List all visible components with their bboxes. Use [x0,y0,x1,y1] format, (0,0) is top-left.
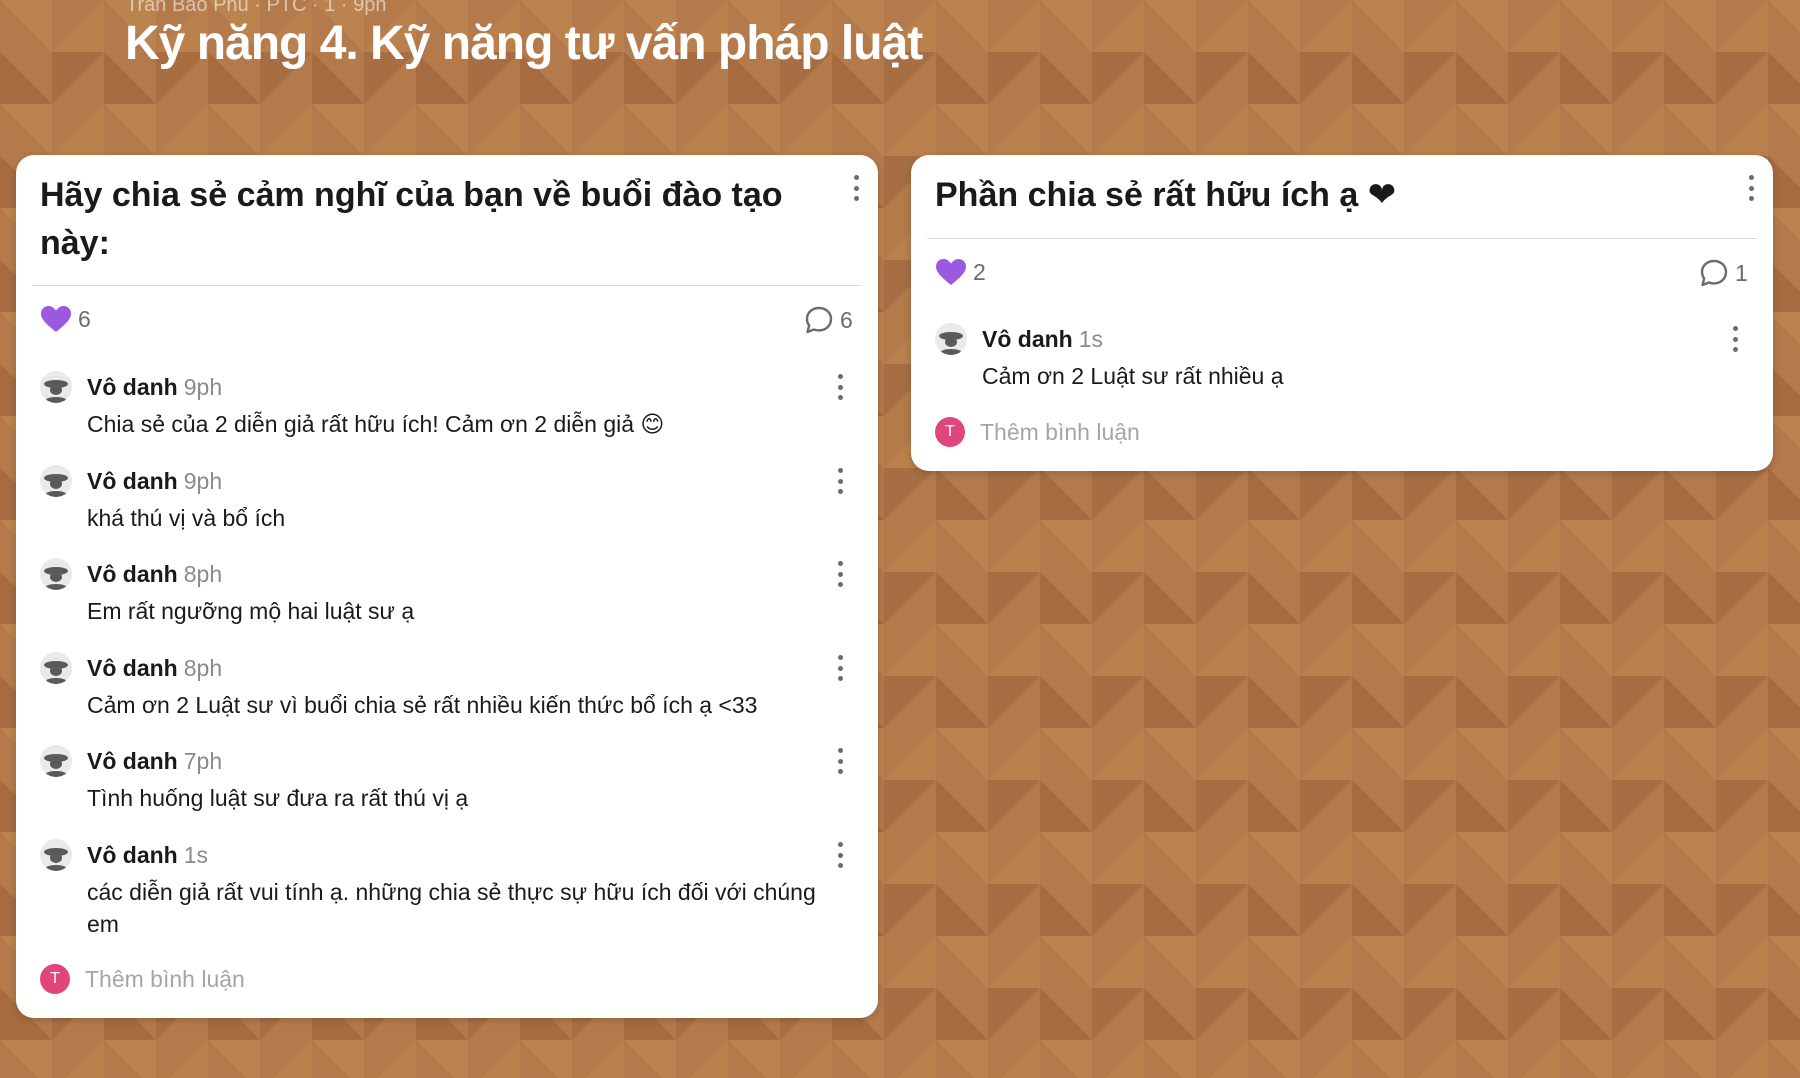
comment-text: các diễn giả rất vui tính ạ. những chia … [87,879,816,937]
like-button[interactable]: 2 [935,258,986,286]
like-count: 2 [973,258,986,285]
anonymous-avatar [40,745,72,777]
comment-text: Cảm ơn 2 Luật sư vì buổi chia sẻ rất nhi… [87,692,758,718]
anonymous-avatar-icon [44,848,68,871]
comment-text: Em rất ngưỡng mộ hai luật sư ạ [87,598,415,624]
add-comment-placeholder: Thêm bình luận [85,965,245,992]
add-comment-input[interactable]: T Thêm bình luận [40,964,245,994]
comments-button[interactable]: 1 [1699,258,1748,288]
comment-time: 8ph [183,561,223,587]
comment-text: Cảm ơn 2 Luật sư rất nhiều ạ [982,363,1284,389]
post-menu-button[interactable] [1744,175,1758,201]
divider [927,238,1757,239]
comment-author: Vô danh [87,748,178,774]
add-comment-input[interactable]: T Thêm bình luận [935,417,1140,447]
comment-count: 1 [1735,259,1748,286]
comment-author: Vô danh [87,842,178,868]
heart-icon [936,259,966,285]
like-count: 6 [78,305,91,332]
comments-button[interactable]: 6 [804,305,853,335]
comment-menu-button[interactable] [833,468,847,494]
board-title: Kỹ năng 4. Kỹ năng tư vấn pháp luật [125,17,923,70]
comment-count: 6 [840,306,853,333]
comment-time: 1s [183,842,209,868]
comment-menu-button[interactable] [833,655,847,681]
board-byline: Trần Bảo Phú · PTC · 1 · 9ph [126,0,387,16]
post-title: Hãy chia sẻ cảm nghĩ của bạn về buổi đào… [40,176,783,262]
anonymous-avatar [40,371,72,403]
anonymous-avatar-icon [44,474,68,497]
comment-menu-button[interactable] [833,374,847,400]
anonymous-avatar [935,323,967,355]
comment-menu-button[interactable] [833,842,847,868]
like-button[interactable]: 6 [40,305,91,333]
comment-time: 8ph [183,655,223,681]
post-menu-button[interactable] [849,175,863,201]
anonymous-avatar-icon [939,332,963,355]
comment-text: Chia sẻ của 2 diễn giả rất hữu ích! Cảm … [87,411,665,437]
anonymous-avatar [40,652,72,684]
anonymous-avatar-icon [44,754,68,777]
comment-time: 9ph [183,374,223,400]
comment-author: Vô danh [982,326,1073,352]
comment-time: 1s [1078,326,1104,352]
post-card[interactable]: Hãy chia sẻ cảm nghĩ của bạn về buổi đào… [16,155,878,1018]
comment-menu-button[interactable] [833,561,847,587]
post-card[interactable]: Phần chia sẻ rất hữu ích ạ ❤ 2 1 Vô danh… [911,155,1773,471]
post-title: Phần chia sẻ rất hữu ích ạ ❤ [935,176,1397,214]
comment-author: Vô danh [87,374,178,400]
comment-menu-button[interactable] [833,748,847,774]
anonymous-avatar-icon [44,567,68,590]
comment-author: Vô danh [87,468,178,494]
anonymous-avatar-icon [44,380,68,403]
comment-bubble-icon [1700,259,1728,287]
comment-text: Tình huống luật sư đưa ra rất thú vị ạ [87,785,469,811]
user-avatar: T [40,964,70,994]
anonymous-avatar-icon [44,661,68,684]
comment-time: 7ph [183,748,223,774]
user-avatar: T [935,417,965,447]
comment-menu-button[interactable] [1728,326,1742,352]
anonymous-avatar [40,839,72,871]
comment-time: 9ph [183,468,223,494]
comment-author: Vô danh [87,655,178,681]
comment-author: Vô danh [87,561,178,587]
comment-bubble-icon [805,306,833,334]
heart-icon [41,306,71,332]
add-comment-placeholder: Thêm bình luận [980,418,1140,445]
comment-text: khá thú vị và bổ ích [87,505,286,531]
anonymous-avatar [40,465,72,497]
divider [32,285,862,286]
anonymous-avatar [40,558,72,590]
